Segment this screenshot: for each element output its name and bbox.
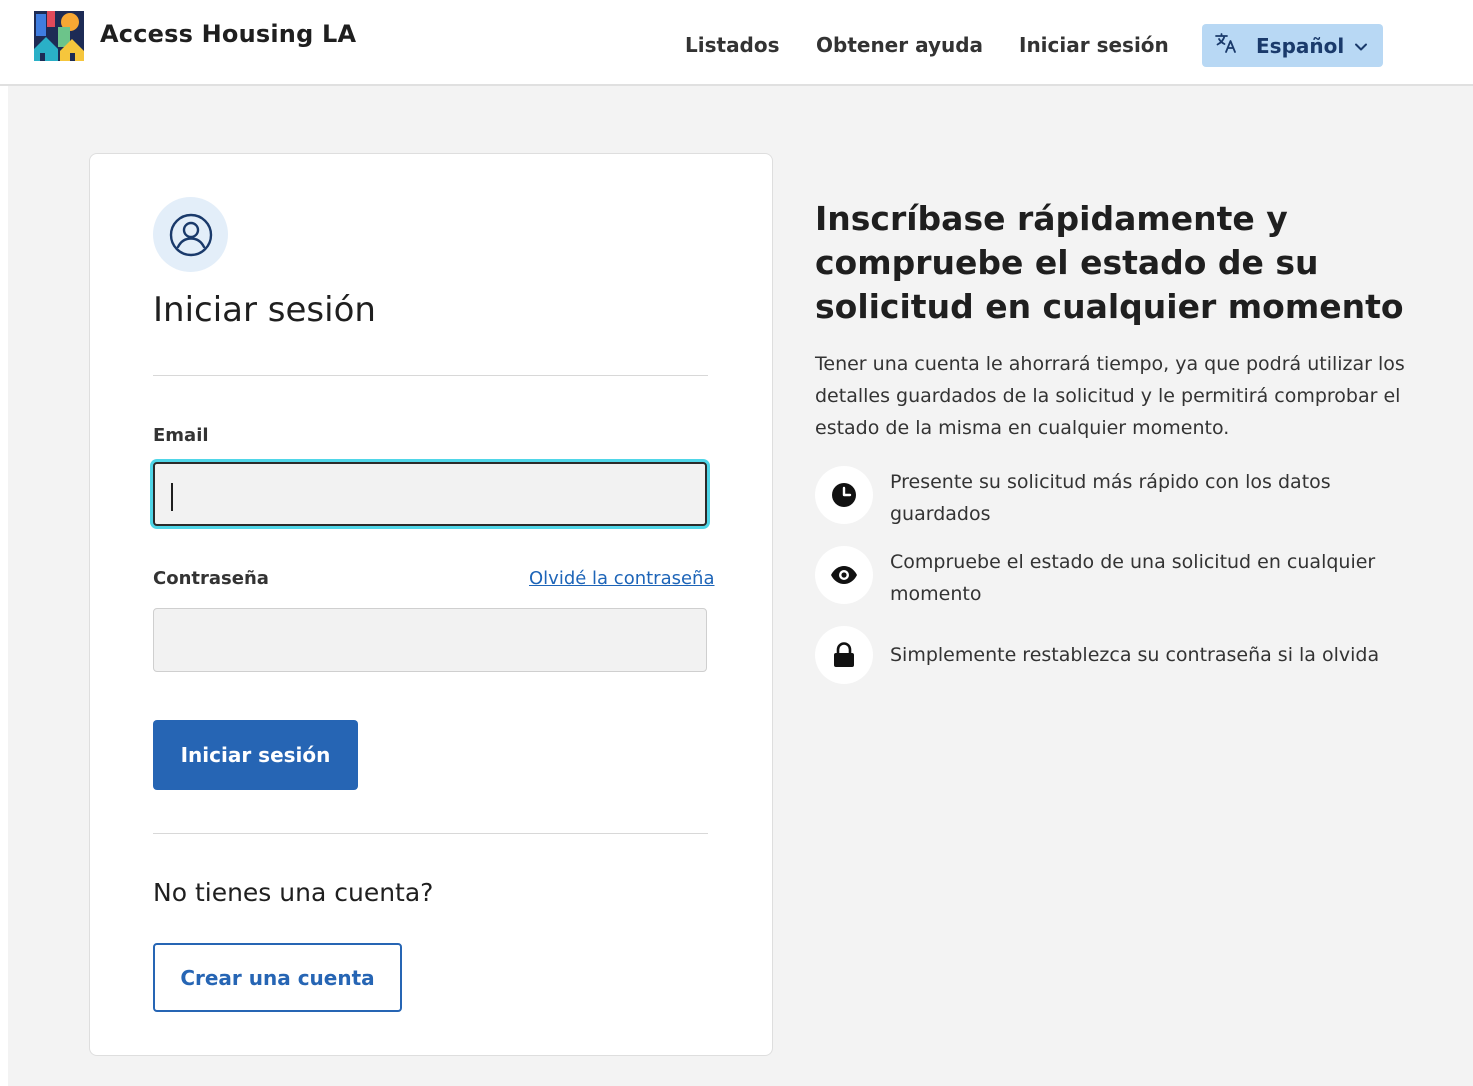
clock-icon	[815, 466, 873, 524]
benefit-item: Simplemente restablezca su contraseña si…	[815, 626, 1415, 684]
password-field[interactable]	[153, 608, 707, 672]
benefit-text: Presente su solicitud más rápido con los…	[890, 471, 1331, 525]
site-header: Access Housing LA Listados Obtener ayuda…	[0, 0, 1473, 86]
benefit-text: Simplemente restablezca su contraseña si…	[890, 644, 1380, 666]
translate-icon	[1214, 31, 1240, 60]
sign-in-button[interactable]: Iniciar sesión	[153, 720, 358, 790]
info-heading: Inscríbase rápidamente y compruebe el es…	[815, 199, 1404, 326]
benefit-item: Presente su solicitud más rápido con los…	[815, 466, 1415, 530]
info-description: Tener una cuenta le ahorrará tiempo, ya …	[815, 353, 1405, 439]
create-account-button[interactable]: Crear una cuenta	[153, 943, 402, 1012]
lock-icon	[815, 626, 873, 684]
password-label: Contraseña	[153, 568, 269, 589]
site-logo[interactable]	[34, 11, 84, 61]
benefit-text: Compruebe el estado de una solicitud en …	[890, 551, 1376, 605]
language-label: Español	[1256, 33, 1345, 58]
nav-listings[interactable]: Listados	[685, 33, 780, 57]
email-field[interactable]	[153, 462, 707, 526]
sign-in-card	[89, 153, 773, 1056]
brand-name[interactable]: Access Housing LA	[100, 20, 356, 48]
nav-sign-in[interactable]: Iniciar sesión	[1019, 33, 1169, 57]
divider	[153, 375, 708, 376]
page-title: Iniciar sesión	[153, 290, 376, 330]
nav-get-help[interactable]: Obtener ayuda	[816, 33, 983, 57]
language-selector[interactable]: Español	[1202, 24, 1383, 67]
no-account-heading: No tienes una cuenta?	[153, 878, 434, 907]
divider	[153, 833, 708, 834]
forgot-password-link[interactable]: Olvidé la contraseña	[529, 568, 715, 589]
user-avatar-icon	[153, 197, 228, 272]
eye-icon	[815, 546, 873, 604]
text-caret	[171, 483, 173, 511]
chevron-down-icon	[1354, 39, 1368, 53]
benefit-item: Compruebe el estado de una solicitud en …	[815, 546, 1415, 610]
email-label: Email	[153, 425, 209, 446]
